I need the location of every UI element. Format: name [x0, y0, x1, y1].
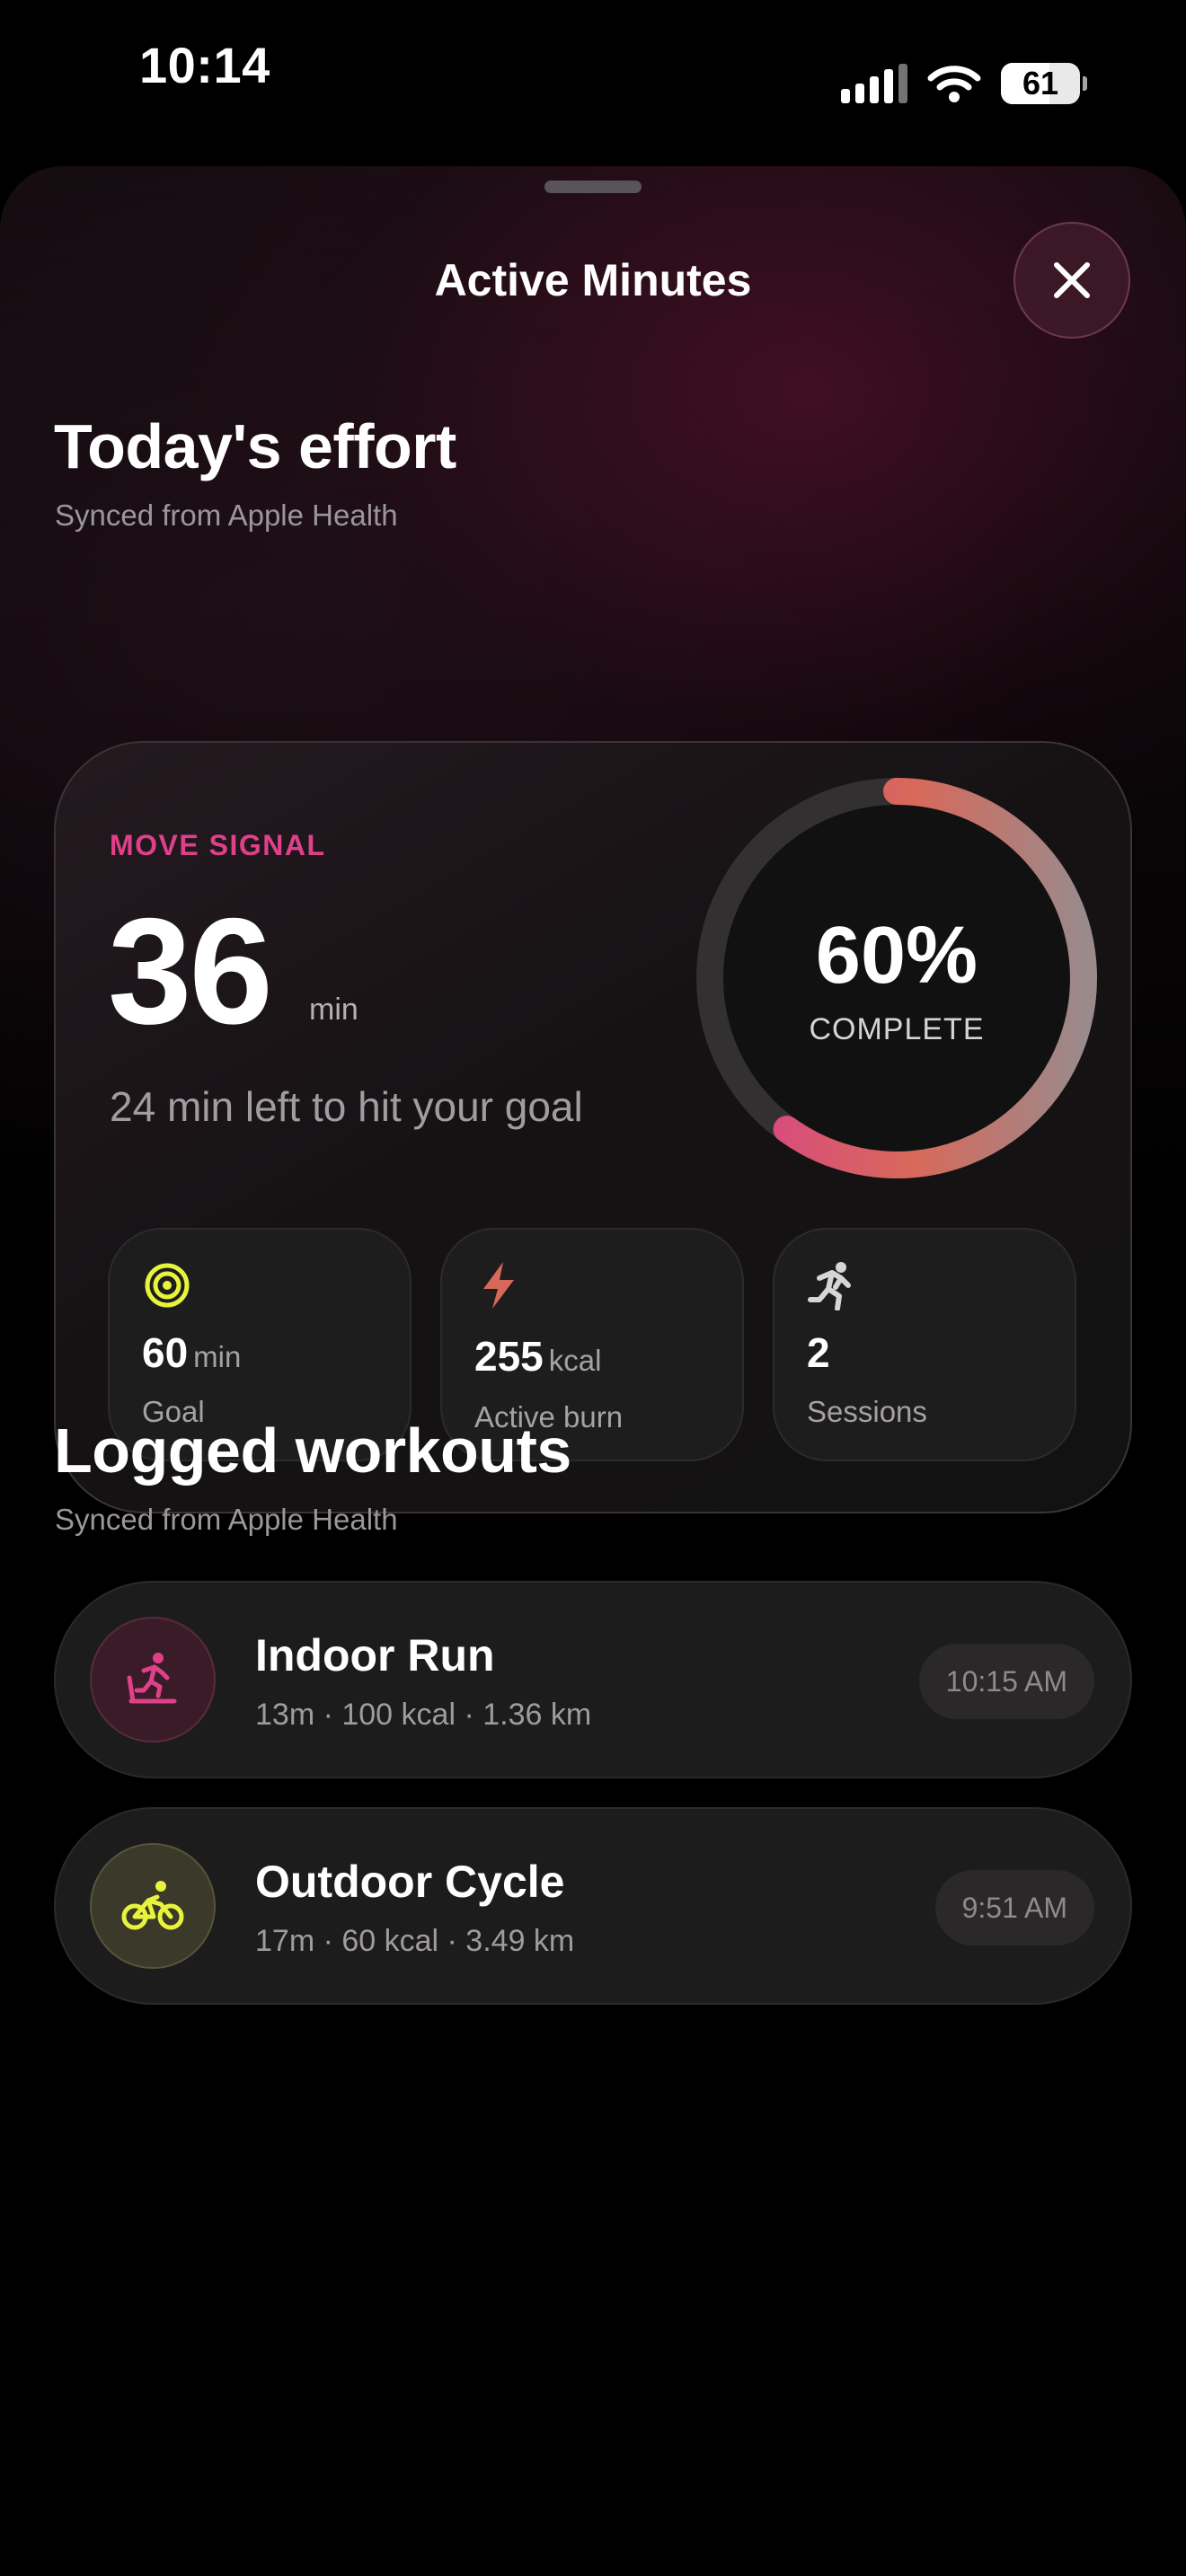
- close-button[interactable]: [1013, 222, 1130, 339]
- workout-time: 10:15 AM: [918, 1644, 1094, 1719]
- battery-icon: 61: [1001, 63, 1087, 104]
- progress-ring: 60% COMPLETE: [695, 777, 1098, 1179]
- remaining-text: 24 min left to hit your goal: [110, 1083, 583, 1130]
- workouts-section-title: Logged workouts: [54, 1416, 571, 1486]
- sheet-title: Active Minutes: [434, 255, 752, 305]
- stat-sessions[interactable]: 2 Sessions: [773, 1228, 1076, 1461]
- status-icons: 61: [841, 63, 1087, 104]
- stat-label: Sessions: [807, 1395, 927, 1428]
- effort-card: MOVE SIGNAL 36 min 24 min left to hit yo…: [54, 741, 1132, 1513]
- workout-meta: 13m · 100 kcal · 1.36 km: [255, 1698, 592, 1732]
- workout-avatar: [90, 1617, 216, 1742]
- workout-time: 9:51 AM: [934, 1870, 1094, 1945]
- target-icon: [145, 1263, 190, 1308]
- workout-name: Outdoor Cycle: [255, 1857, 565, 1907]
- cycling-icon: [121, 1881, 184, 1930]
- stat-value: 60 min: [142, 1329, 242, 1376]
- wifi-icon: [927, 66, 981, 102]
- screen: 10:14 61 Active Minutes Today's effort S…: [0, 0, 1186, 2576]
- workout-name: Indoor Run: [255, 1630, 495, 1681]
- effort-section-subtitle: Synced from Apple Health: [55, 498, 398, 532]
- active-minutes-unit: min: [309, 992, 358, 1027]
- effort-section-title: Today's effort: [54, 411, 456, 481]
- lightning-icon: [483, 1262, 514, 1309]
- active-minutes-sheet: Active Minutes Today's effort Synced fro…: [0, 166, 1186, 2576]
- sheet-grabber[interactable]: [544, 181, 642, 193]
- workout-meta: 17m · 60 kcal · 3.49 km: [255, 1924, 575, 1958]
- running-figure-icon: [808, 1262, 851, 1310]
- workout-row-outdoor-cycle[interactable]: Outdoor Cycle 17m · 60 kcal · 3.49 km 9:…: [54, 1807, 1132, 2005]
- active-minutes-value: 36: [108, 887, 273, 1055]
- workout-row-indoor-run[interactable]: Indoor Run 13m · 100 kcal · 1.36 km 10:1…: [54, 1581, 1132, 1778]
- stat-value: 2: [807, 1329, 830, 1376]
- battery-level: 61: [1022, 65, 1059, 101]
- cellular-signal-icon: [841, 64, 907, 103]
- progress-label: COMPLETE: [809, 1012, 985, 1046]
- move-signal-label: MOVE SIGNAL: [110, 829, 326, 861]
- workouts-section-subtitle: Synced from Apple Health: [55, 1503, 398, 1536]
- status-time: 10:14: [139, 37, 270, 93]
- progress-percent: 60%: [815, 911, 978, 1001]
- treadmill-icon: [127, 1653, 177, 1704]
- stat-value: 255 kcal: [474, 1333, 602, 1380]
- workout-avatar: [90, 1843, 216, 1969]
- close-icon: [1054, 262, 1090, 298]
